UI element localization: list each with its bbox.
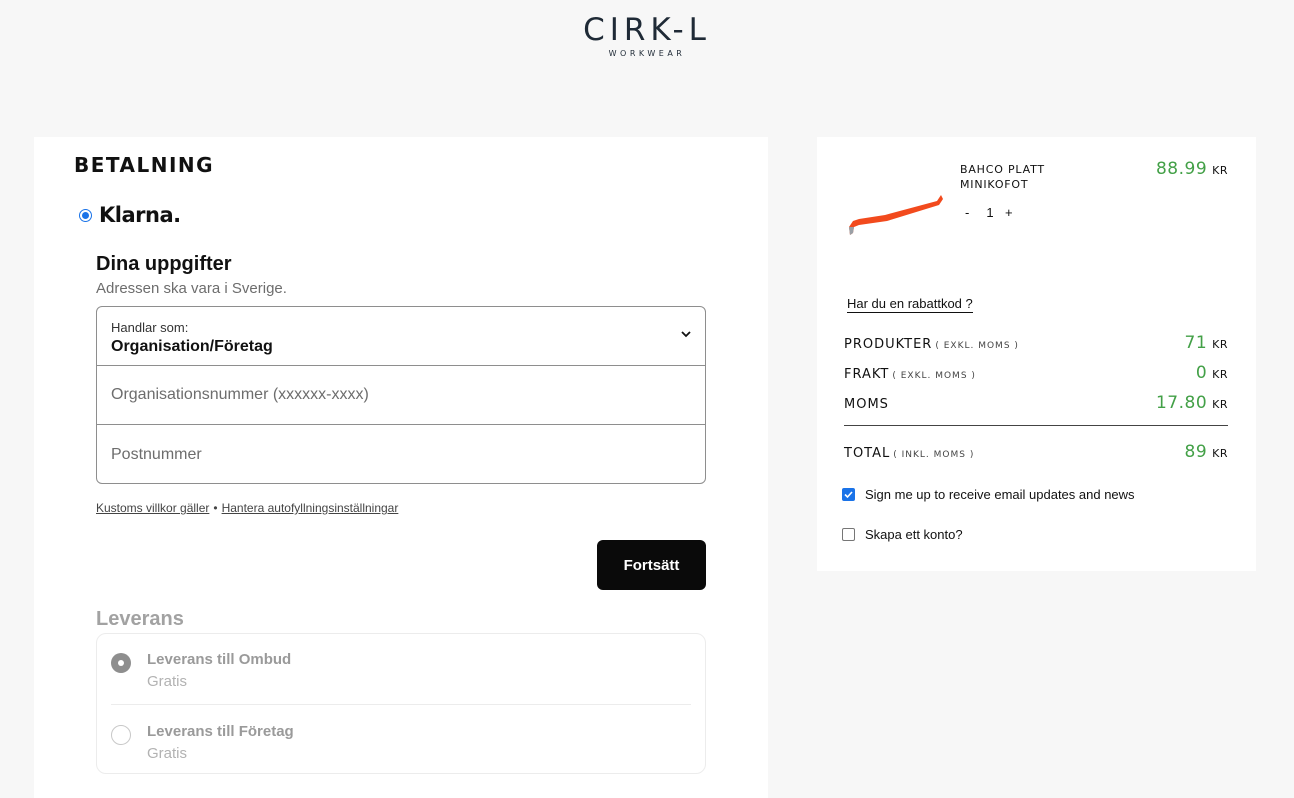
delivery-option-price: Gratis (147, 745, 188, 762)
summary-value: 17.80 (1155, 393, 1208, 413)
autofill-settings-link[interactable]: Hantera autofyllningsinställningar (222, 501, 399, 515)
product-price: 88.99 KR (1156, 159, 1228, 179)
summary-total-row: TOTAL( INKL. MOMS ) 89 KR (844, 442, 1228, 462)
summary-note: ( EXKL. MOMS ) (892, 371, 976, 381)
details-subtitle: Adressen ska vara i Sverige. (96, 280, 287, 297)
summary-note: ( INKL. MOMS ) (893, 450, 975, 460)
details-title: Dina uppgifter (96, 253, 232, 275)
delivery-option-price: Gratis (147, 673, 188, 690)
delivery-option-name: Leverans till Ombud (147, 651, 292, 668)
delivery-option-company[interactable]: Leverans till Företag Gratis (111, 723, 294, 762)
delivery-divider (111, 704, 691, 705)
delivery-title: Leverans (96, 608, 184, 630)
summary-products-row: PRODUKTER( EXKL. MOMS ) 71 KR (844, 333, 1228, 353)
summary-label: PRODUKTER (844, 337, 933, 352)
klarna-radio[interactable] (79, 208, 92, 222)
customer-type-value: Organisation/Företag (111, 338, 273, 355)
summary-note: ( EXKL. MOMS ) (935, 341, 1019, 351)
newsletter-checkbox[interactable] (842, 488, 855, 501)
terms-row: Kustoms villkor gäller • Hantera autofylln… (96, 501, 398, 515)
delivery-radio-company[interactable] (111, 725, 131, 745)
summary-currency: KR (1212, 398, 1228, 411)
chevron-down-icon (681, 331, 691, 338)
newsletter-option[interactable]: Sign me up to receive email updates and … (842, 487, 1135, 502)
details-form: Handlar som: Organisation/Företag (96, 306, 706, 484)
klarna-logo: Klarna. (99, 203, 181, 227)
quantity-value: 1 (986, 205, 994, 220)
product-price-currency: KR (1212, 164, 1228, 177)
quantity-increase-button[interactable]: + (1005, 205, 1017, 220)
discount-code-link[interactable]: Har du en rabattkod ? (847, 296, 973, 313)
delivery-option-agent[interactable]: Leverans till Ombud Gratis (111, 651, 291, 690)
delivery-radio-agent[interactable] (111, 653, 131, 673)
summary-label: MOMS (844, 397, 889, 412)
summary-vat-row: MOMS 17.80 KR (844, 393, 1228, 413)
postal-code-input[interactable] (111, 445, 705, 464)
payment-section-title: BETALNING (74, 153, 215, 177)
quantity-stepper: - 1 + (965, 205, 1017, 220)
customer-type-select[interactable]: Handlar som: Organisation/Företag (97, 307, 705, 366)
postal-code-field-wrapper (97, 425, 705, 483)
summary-currency: KR (1212, 447, 1228, 460)
logo-wordmark: CIRK-L (583, 12, 711, 48)
product-image-crowbar[interactable] (845, 187, 945, 242)
create-account-label: Skapa ett konto? (865, 527, 963, 542)
delivery-options: Leverans till Ombud Gratis Leverans till… (96, 633, 706, 774)
logo-tagline: WORKWEAR (608, 49, 686, 58)
delivery-option-name: Leverans till Företag (147, 723, 294, 740)
order-summary-panel: BAHCO PLATT MINIKOFOT - 1 + 88.99 KR Har… (817, 137, 1256, 571)
summary-value: 71 (1184, 333, 1208, 353)
newsletter-label: Sign me up to receive email updates and … (865, 487, 1135, 502)
payment-panel: BETALNING Klarna. Dina uppgifter Adresse… (34, 137, 768, 798)
org-number-field-wrapper (97, 366, 705, 425)
org-number-input[interactable] (111, 386, 705, 404)
checkmark-icon (844, 491, 853, 499)
terms-separator: • (213, 501, 218, 515)
summary-currency: KR (1212, 368, 1228, 381)
summary-divider (844, 425, 1228, 426)
summary-label: TOTAL (844, 446, 891, 461)
quantity-decrease-button[interactable]: - (965, 205, 977, 220)
product-name: BAHCO PLATT MINIKOFOT (960, 163, 1045, 191)
summary-shipping-row: FRAKT( EXKL. MOMS ) 0 KR (844, 363, 1228, 383)
site-logo[interactable]: CIRK-L WORKWEAR (0, 12, 1294, 58)
terms-link[interactable]: Kustoms villkor gäller (96, 501, 209, 515)
create-account-option[interactable]: Skapa ett konto? (842, 527, 963, 542)
summary-value: 0 (1195, 363, 1208, 383)
create-account-checkbox[interactable] (842, 528, 855, 541)
product-price-amount: 88.99 (1155, 159, 1208, 179)
summary-total-value: 89 (1184, 442, 1208, 462)
summary-label: FRAKT (844, 367, 890, 382)
customer-type-label: Handlar som: (111, 320, 189, 335)
summary-currency: KR (1212, 338, 1228, 351)
continue-button[interactable]: Fortsätt (597, 540, 706, 590)
klarna-payment-option[interactable]: Klarna. (79, 203, 181, 227)
